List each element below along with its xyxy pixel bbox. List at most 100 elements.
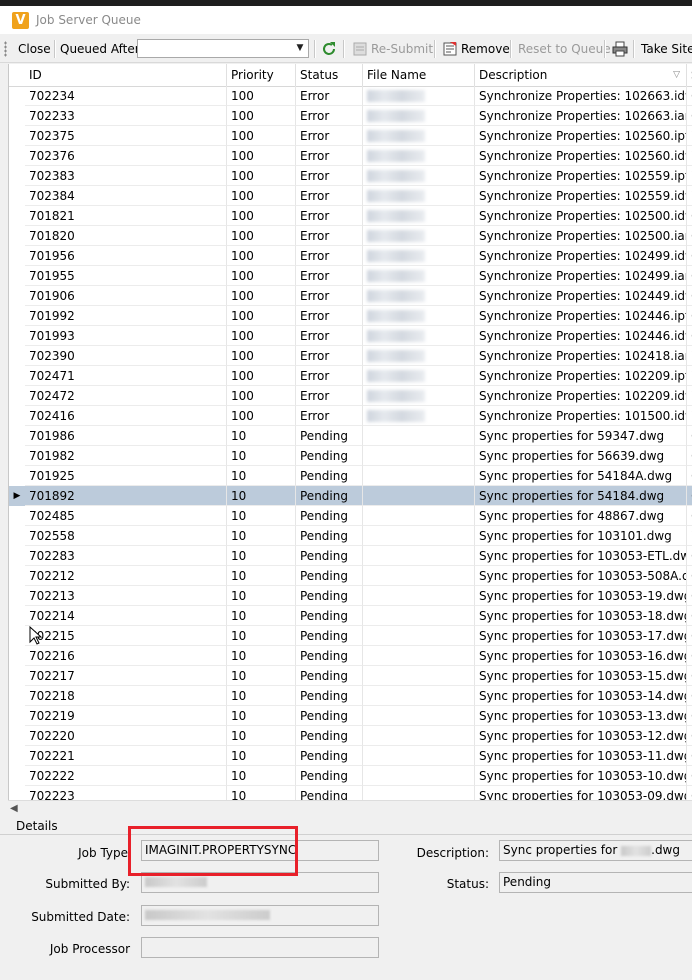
table-row[interactable]: 702558 10 Pending Sync properties for 10310… — [9, 526, 692, 546]
row-header[interactable] — [9, 266, 25, 286]
row-header[interactable] — [9, 506, 25, 526]
row-header[interactable] — [9, 246, 25, 266]
row-header[interactable] — [9, 186, 25, 206]
queued-after-combo[interactable]: ▼ — [137, 39, 309, 58]
table-row[interactable]: 702214 10 Pending Sync properties for 10305… — [9, 606, 692, 626]
cell-id: 702283 — [25, 546, 227, 566]
row-header[interactable] — [9, 366, 25, 386]
table-row[interactable]: 701986 10 Pending Sync properties for 59347… — [9, 426, 692, 446]
table-row[interactable]: 702212 10 Pending Sync properties for 10305… — [9, 566, 692, 586]
row-header[interactable] — [9, 566, 25, 586]
row-header[interactable] — [9, 666, 25, 686]
table-row[interactable]: 701906 100 Error Synchronize Properties: 10… — [9, 286, 692, 306]
cell-id: 702472 — [25, 386, 227, 406]
row-header[interactable] — [9, 626, 25, 646]
row-header[interactable] — [9, 126, 25, 146]
row-header[interactable] — [9, 546, 25, 566]
row-header[interactable] — [9, 706, 25, 726]
row-header[interactable] — [9, 726, 25, 746]
column-header-file-name[interactable]: File Name — [363, 64, 475, 86]
status-field[interactable]: Pending — [499, 872, 692, 893]
row-header[interactable] — [9, 306, 25, 326]
toolbar-grip[interactable] — [4, 41, 7, 57]
row-header[interactable] — [9, 766, 25, 786]
description-field[interactable]: Sync properties for .dwg — [499, 840, 692, 861]
table-row[interactable]: 701992 100 Error Synchronize Properties: 10… — [9, 306, 692, 326]
column-header-status[interactable]: Status — [296, 64, 363, 86]
table-row[interactable]: 701982 10 Pending Sync properties for 56639… — [9, 446, 692, 466]
chevron-down-icon[interactable]: ▼ — [292, 40, 308, 57]
cell-id: 702220 — [25, 726, 227, 746]
reset-to-queue-button[interactable]: Reset to Queue — [518, 36, 611, 62]
table-row[interactable]: 701820 100 Error Synchronize Properties: 10… — [9, 226, 692, 246]
row-header[interactable] — [9, 746, 25, 766]
table-row[interactable]: 702221 10 Pending Sync properties for 10305… — [9, 746, 692, 766]
scroll-left-icon[interactable]: ◀ — [10, 801, 18, 817]
table-row[interactable]: 702375 100 Error Synchronize Properties: 10… — [9, 126, 692, 146]
table-row[interactable]: 701993 100 Error Synchronize Properties: 10… — [9, 326, 692, 346]
row-header[interactable] — [9, 426, 25, 446]
row-header[interactable] — [9, 406, 25, 426]
table-row[interactable]: 702234 100 Error Synchronize Properties: 10… — [9, 86, 692, 106]
horizontal-scrollbar[interactable]: ◀ — [8, 800, 692, 817]
close-button[interactable]: Close — [18, 36, 51, 62]
table-row[interactable]: 702283 10 Pending Sync properties for 10305… — [9, 546, 692, 566]
row-header[interactable] — [9, 386, 25, 406]
table-row[interactable]: 702215 10 Pending Sync properties for 10305… — [9, 626, 692, 646]
table-row[interactable]: 702220 10 Pending Sync properties for 10305… — [9, 726, 692, 746]
table-row[interactable]: 701955 100 Error Synchronize Properties: 10… — [9, 266, 692, 286]
table-row[interactable]: 702216 10 Pending Sync properties for 10305… — [9, 646, 692, 666]
cell-description: Synchronize Properties: 102559.idw — [475, 186, 687, 206]
row-header[interactable] — [9, 86, 25, 106]
row-header[interactable] — [9, 446, 25, 466]
table-row[interactable]: 702219 10 Pending Sync properties for 10305… — [9, 706, 692, 726]
column-header-description[interactable]: Description ▽ — [475, 64, 687, 86]
column-header-s[interactable]: S — [687, 64, 692, 86]
refresh-icon[interactable] — [321, 41, 337, 57]
table-row[interactable]: 702222 10 Pending Sync properties for 10305… — [9, 766, 692, 786]
row-header[interactable] — [9, 586, 25, 606]
table-row[interactable]: 701821 100 Error Synchronize Properties: 10… — [9, 206, 692, 226]
table-row[interactable]: 702233 100 Error Synchronize Properties: 10… — [9, 106, 692, 126]
table-row[interactable]: 702384 100 Error Synchronize Properties: 10… — [9, 186, 692, 206]
table-row[interactable]: 702383 100 Error Synchronize Properties: 10… — [9, 166, 692, 186]
table-row[interactable]: 702472 100 Error Synchronize Properties: 10… — [9, 386, 692, 406]
table-row[interactable]: 701925 10 Pending Sync properties for 54184… — [9, 466, 692, 486]
table-row[interactable]: 702390 100 Error Synchronize Properties: 10… — [9, 346, 692, 366]
row-header[interactable] — [9, 166, 25, 186]
row-header[interactable] — [9, 146, 25, 166]
current-row-indicator-icon[interactable]: ▶ — [9, 486, 25, 506]
resubmit-button[interactable]: Re-Submit — [371, 36, 433, 62]
table-row[interactable]: 702471 100 Error Synchronize Properties: 10… — [9, 366, 692, 386]
table-row[interactable]: 702223 10 Pending Sync properties for 10305… — [9, 786, 692, 800]
row-header[interactable] — [9, 226, 25, 246]
column-header-priority[interactable]: Priority — [227, 64, 296, 86]
table-row[interactable]: 702376 100 Error Synchronize Properties: 10… — [9, 146, 692, 166]
row-header[interactable] — [9, 346, 25, 366]
table-row[interactable]: 702213 10 Pending Sync properties for 10305… — [9, 586, 692, 606]
take-site-button[interactable]: Take Site C — [641, 36, 692, 62]
row-header[interactable] — [9, 206, 25, 226]
row-header[interactable] — [9, 686, 25, 706]
printer-icon[interactable] — [612, 41, 628, 57]
table-row[interactable]: 702485 10 Pending Sync properties for 48867… — [9, 506, 692, 526]
remove-button[interactable]: Remove — [461, 36, 510, 62]
cell-s: 6 — [687, 566, 692, 586]
table-row[interactable]: 702416 100 Error Synchronize Properties: 10… — [9, 406, 692, 426]
row-header[interactable] — [9, 286, 25, 306]
table-row[interactable]: 702217 10 Pending Sync properties for 10305… — [9, 666, 692, 686]
row-header[interactable] — [9, 606, 25, 626]
job-processor-field[interactable] — [141, 937, 379, 958]
row-header[interactable] — [9, 326, 25, 346]
table-row[interactable]: ▶ 701892 10 Pending Sync properties for 5418… — [9, 486, 692, 506]
table-row[interactable]: 701956 100 Error Synchronize Properties: 10… — [9, 246, 692, 266]
submitted-date-field[interactable] — [141, 905, 379, 926]
row-header[interactable] — [9, 646, 25, 666]
table-row[interactable]: 702218 10 Pending Sync properties for 10305… — [9, 686, 692, 706]
cell-status: Pending — [296, 786, 363, 800]
row-header[interactable] — [9, 786, 25, 800]
column-header-id[interactable]: ID — [25, 64, 227, 86]
row-header[interactable] — [9, 466, 25, 486]
row-header[interactable] — [9, 106, 25, 126]
row-header[interactable] — [9, 526, 25, 546]
